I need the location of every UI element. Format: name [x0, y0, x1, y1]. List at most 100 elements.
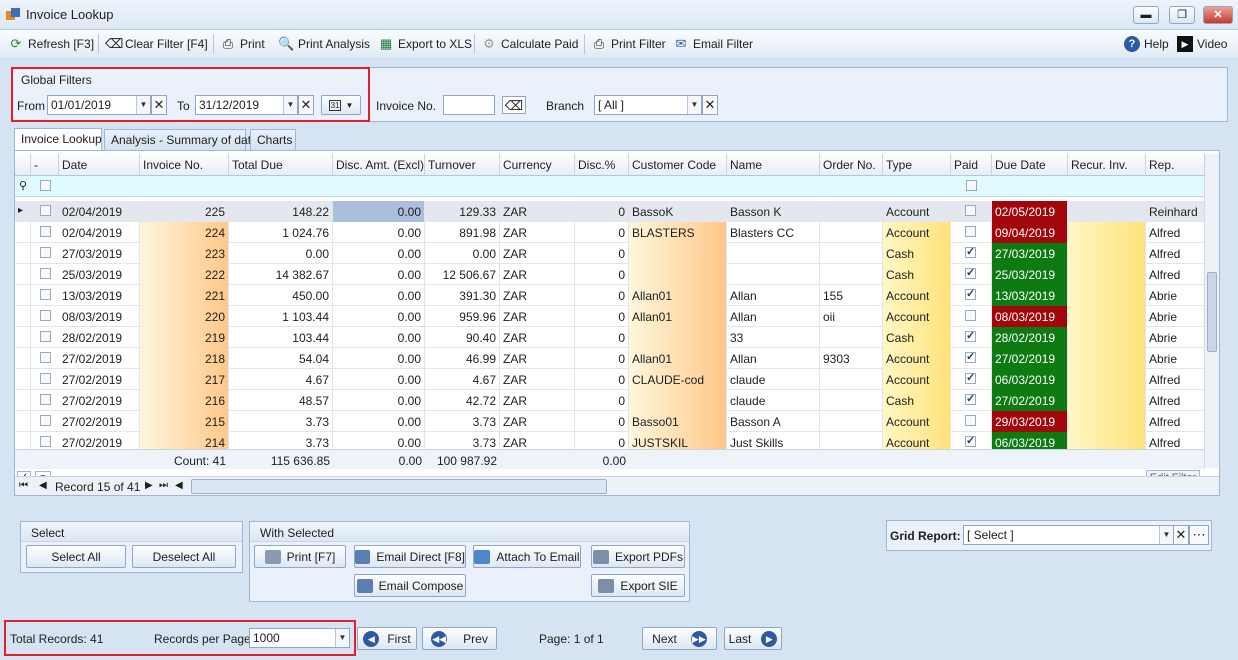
paid-checkbox[interactable] — [965, 287, 976, 300]
maximize-button[interactable]: ❐ — [1169, 6, 1195, 24]
column-header-total-due[interactable]: Total Due — [229, 154, 333, 176]
print-analysis-button[interactable]: 🔍 Print Analysis — [278, 34, 370, 54]
minimize-button[interactable]: ▬ — [1133, 6, 1159, 24]
invoice-no-input[interactable] — [443, 95, 495, 115]
select-all-button[interactable]: Select All — [26, 545, 126, 568]
clear-filter-button[interactable]: ⌫ Clear Filter [F4] — [105, 34, 208, 54]
row-selector[interactable]: ▸ — [15, 201, 31, 222]
row-select-checkbox[interactable] — [40, 268, 51, 279]
next-page-button[interactable]: Next ▶▶ — [642, 627, 717, 650]
filter-row[interactable]: ⚲ — [15, 176, 1205, 197]
row-selector[interactable] — [15, 390, 31, 411]
column-header-currency[interactable]: Currency — [500, 154, 575, 176]
column-header-order-no[interactable]: Order No. — [820, 154, 883, 176]
table-row[interactable]: ▸ 02/04/2019 225 148.22 0.00 129.33 ZAR 0 BassoK… — [15, 201, 1205, 222]
scroll-thumb[interactable] — [1207, 272, 1217, 352]
row-select-checkbox[interactable] — [40, 226, 51, 237]
column-header-turnover[interactable]: Turnover — [425, 154, 500, 176]
table-row[interactable]: 25/03/2019 222 14 382.67 0.00 12 506.67 ZAR 0 C… — [15, 264, 1205, 285]
filter-checkbox[interactable] — [40, 180, 51, 191]
horizontal-scroll-thumb[interactable] — [191, 479, 607, 494]
column-header-due-date[interactable]: Due Date — [992, 154, 1068, 176]
paid-checkbox[interactable] — [965, 371, 976, 384]
row-selector[interactable] — [15, 348, 31, 369]
table-row[interactable]: 27/02/2019 218 54.04 0.00 46.99 ZAR 0 Allan01 Al… — [15, 348, 1205, 369]
grid-report-more-button[interactable]: ⋯ — [1189, 525, 1209, 545]
paid-checkbox[interactable] — [965, 226, 976, 237]
calculate-paid-button[interactable]: ⚙ Calculate Paid — [481, 34, 578, 54]
row-select-checkbox[interactable] — [40, 352, 51, 363]
branch-clear-button[interactable]: ✕ — [702, 95, 718, 115]
nav-scroll-left-icon[interactable]: ◀ — [175, 480, 183, 491]
paid-checkbox[interactable] — [965, 266, 976, 279]
column-header-type[interactable]: Type — [883, 154, 951, 176]
row-select-checkbox[interactable] — [40, 310, 51, 321]
row-selector[interactable] — [15, 243, 31, 264]
paid-checkbox[interactable] — [965, 392, 976, 405]
video-button[interactable]: ▶ Video — [1177, 34, 1227, 54]
row-selector[interactable] — [15, 306, 31, 327]
first-page-button[interactable]: ◀ First — [357, 627, 417, 650]
export-pdfs-button[interactable]: Export PDFs — [591, 545, 685, 568]
row-select-checkbox[interactable] — [40, 331, 51, 342]
nav-next-icon[interactable]: ▶ — [145, 480, 153, 491]
row-selector[interactable] — [15, 327, 31, 348]
branch-dropdown-icon[interactable]: ▼ — [687, 96, 701, 114]
row-selector[interactable] — [15, 222, 31, 243]
print-filter-button[interactable]: ⎙ Print Filter — [591, 34, 666, 54]
prev-page-button[interactable]: ◀◀ Prev — [422, 627, 497, 650]
tab-charts[interactable]: Charts — [250, 129, 296, 150]
column-header-disc-amt[interactable]: Disc. Amt. (Excl) — [333, 154, 425, 176]
export-xls-button[interactable]: ▦ Export to XLS — [378, 34, 472, 54]
table-row[interactable]: 27/02/2019 217 4.67 0.00 4.67 ZAR 0 CLAUDE-cod c… — [15, 369, 1205, 390]
table-row[interactable]: 08/03/2019 220 1 103.44 0.00 959.96 ZAR 0 Allan… — [15, 306, 1205, 327]
email-filter-button[interactable]: ✉ Email Filter — [673, 34, 753, 54]
invoice-no-clear-icon[interactable]: ⌫ — [502, 96, 526, 114]
row-select-checkbox[interactable] — [40, 394, 51, 405]
paid-checkbox[interactable] — [965, 415, 976, 426]
row-select-checkbox[interactable] — [40, 373, 51, 384]
row-select-checkbox[interactable] — [40, 247, 51, 258]
column-header-customer-code[interactable]: Customer Code — [629, 154, 727, 176]
export-sie-button[interactable]: Export SIE — [591, 574, 685, 597]
table-row[interactable]: 28/02/2019219103.440.0090.40ZAR033Cash28… — [15, 327, 1205, 348]
row-select-checkbox[interactable] — [40, 205, 51, 216]
filter-checkbox[interactable] — [966, 180, 977, 191]
column-header-dash[interactable]: - — [31, 154, 59, 176]
column-header-rep[interactable]: Rep. — [1146, 154, 1205, 176]
last-page-button[interactable]: Last ▶ — [724, 627, 782, 650]
column-header-name[interactable]: Name — [727, 154, 820, 176]
close-button[interactable]: ✕ — [1203, 6, 1233, 24]
column-header-recur-inv[interactable]: Recur. Inv. — [1068, 154, 1146, 176]
column-header-date[interactable]: Date — [59, 154, 140, 176]
row-select-checkbox[interactable] — [40, 436, 51, 447]
table-row[interactable]: 13/03/2019 221 450.00 0.00 391.30 ZAR 0 Allan01… — [15, 285, 1205, 306]
vertical-scrollbar[interactable] — [1204, 154, 1219, 468]
row-selector[interactable] — [15, 285, 31, 306]
paid-checkbox[interactable] — [965, 434, 976, 447]
row-select-checkbox[interactable] — [40, 415, 51, 426]
paid-checkbox[interactable] — [965, 350, 976, 363]
grid-report-select[interactable]: [ Select ] — [963, 525, 1174, 545]
row-selector[interactable] — [15, 264, 31, 285]
attach-to-email-button[interactable]: Attach To Email — [473, 545, 581, 568]
row-select-checkbox[interactable] — [40, 289, 51, 300]
tab-invoice-lookup[interactable]: Invoice Lookup — [14, 128, 102, 150]
row-selector[interactable] — [15, 369, 31, 390]
deselect-all-button[interactable]: Deselect All — [132, 545, 236, 568]
paid-checkbox[interactable] — [965, 329, 976, 342]
help-button[interactable]: ? Help — [1124, 34, 1169, 54]
column-header-invoice-no[interactable]: Invoice No. — [140, 154, 229, 176]
nav-last-icon[interactable]: ⏭ — [159, 480, 168, 491]
branch-select[interactable]: [ All ] — [594, 95, 702, 115]
nav-first-icon[interactable]: ⏮ — [19, 480, 28, 491]
refresh-button[interactable]: ⟳ Refresh [F3] — [8, 34, 94, 54]
email-direct-button[interactable]: Email Direct [F8] — [354, 545, 466, 568]
column-header-disc-pct[interactable]: Disc.% — [575, 154, 629, 176]
paid-checkbox[interactable] — [965, 205, 976, 216]
table-row[interactable]: 27/02/2019 215 3.73 0.00 3.73 ZAR 0 Basso01 Bass… — [15, 411, 1205, 432]
paid-checkbox[interactable] — [965, 310, 976, 321]
tab-analysis[interactable]: Analysis - Summary of data — [104, 129, 258, 150]
table-row[interactable]: 27/03/20192230.000.000.00ZAR0Cash27/03/2… — [15, 243, 1205, 264]
grid-report-dropdown-icon[interactable]: ▼ — [1159, 526, 1173, 544]
